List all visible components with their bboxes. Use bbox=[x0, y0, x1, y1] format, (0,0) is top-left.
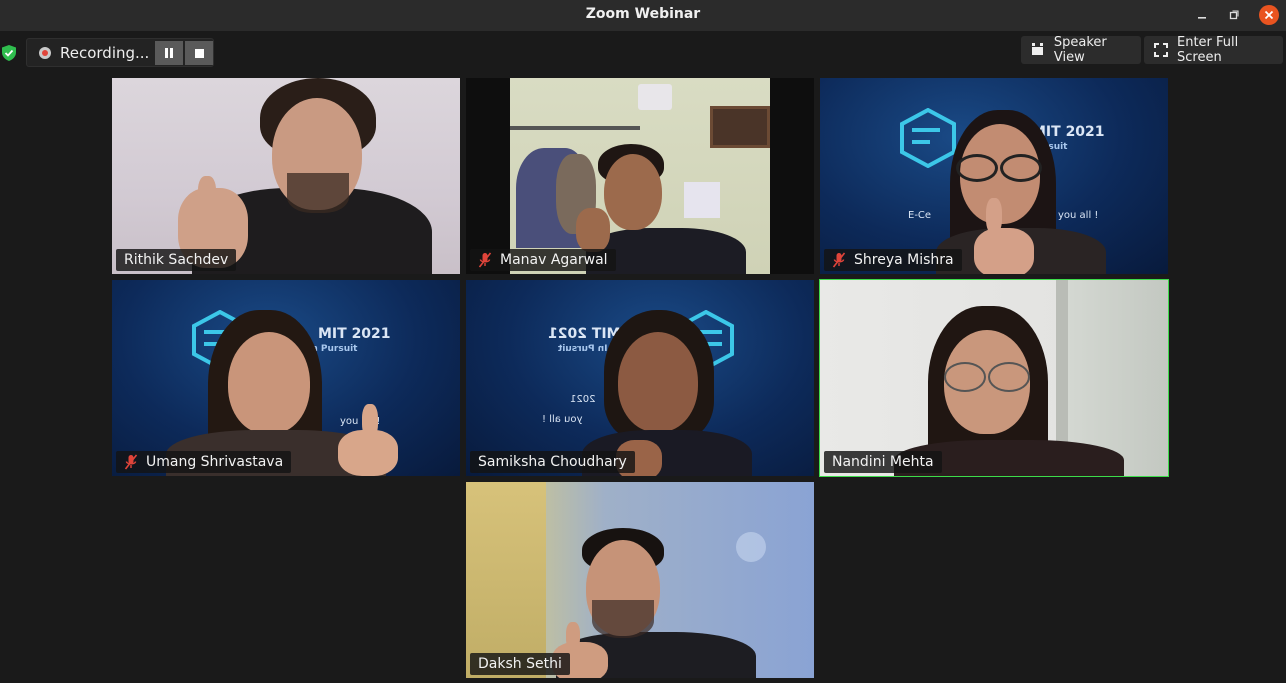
minimize-icon[interactable] bbox=[1192, 5, 1212, 25]
muted-mic-icon bbox=[124, 454, 138, 470]
recording-label: Recording... bbox=[60, 44, 150, 62]
video-feed bbox=[466, 482, 814, 678]
participant-name-tag: Rithik Sachdev bbox=[116, 249, 237, 271]
muted-mic-icon bbox=[478, 252, 492, 268]
background-text: you all ! bbox=[1058, 210, 1099, 221]
restore-icon[interactable] bbox=[1224, 5, 1244, 25]
participant-tile[interactable]: Nandini Mehta bbox=[819, 279, 1169, 477]
record-dot-icon bbox=[39, 47, 51, 59]
background-text: MIT 2021 bbox=[318, 326, 391, 342]
window-title: Zoom Webinar bbox=[585, 6, 701, 22]
speaker-view-label: Speaker View bbox=[1053, 35, 1107, 65]
enter-full-screen-button[interactable]: Enter Full Screen bbox=[1144, 35, 1283, 65]
participant-name: Manav Agarwal bbox=[500, 252, 608, 268]
participant-name-tag: Nandini Mehta bbox=[824, 451, 942, 473]
background-text: 2021 bbox=[570, 394, 596, 405]
pause-icon bbox=[165, 48, 173, 58]
full-screen-label: Enter Full Screen bbox=[1177, 35, 1239, 65]
background-text: In Pursuit bbox=[558, 344, 608, 354]
participant-name: Samiksha Choudhary bbox=[478, 454, 627, 470]
video-feed: MIT 2021 In Pursuit you all ! bbox=[112, 280, 460, 476]
video-feed bbox=[820, 280, 1168, 476]
participant-name: Umang Shrivastava bbox=[146, 454, 284, 470]
speaker-view-icon bbox=[1030, 42, 1046, 58]
participant-tile[interactable]: MIT 2021 In Pursuit you all ! Umang Shri… bbox=[112, 280, 460, 476]
participant-name: Shreya Mishra bbox=[854, 252, 954, 268]
recording-indicator: Recording... bbox=[26, 38, 214, 67]
participant-name: Daksh Sethi bbox=[478, 656, 562, 672]
participant-name-tag: Umang Shrivastava bbox=[116, 451, 292, 473]
participant-tile[interactable]: MIT 2021 In Pursuit E-Ce you all ! Shrey… bbox=[820, 78, 1168, 274]
background-text: you all ! bbox=[542, 414, 583, 425]
participant-tile[interactable]: MIT 2021 In Pursuit 2021 you all ! Samik… bbox=[466, 280, 814, 476]
participant-name-tag: Manav Agarwal bbox=[470, 249, 616, 271]
participant-name-tag: Samiksha Choudhary bbox=[470, 451, 635, 473]
video-feed: MIT 2021 In Pursuit E-Ce you all ! bbox=[820, 78, 1168, 274]
participant-name: Rithik Sachdev bbox=[124, 252, 229, 268]
participant-name-tag: Shreya Mishra bbox=[824, 249, 962, 271]
video-feed bbox=[112, 78, 460, 274]
stop-recording-button[interactable] bbox=[185, 41, 213, 65]
participant-tile[interactable]: Manav Agarwal bbox=[466, 78, 814, 274]
participant-name: Nandini Mehta bbox=[832, 454, 934, 470]
speaker-view-button[interactable]: Speaker View bbox=[1021, 35, 1141, 65]
video-feed: MIT 2021 In Pursuit 2021 you all ! bbox=[466, 280, 814, 476]
full-screen-icon bbox=[1153, 42, 1169, 58]
video-feed bbox=[466, 78, 814, 274]
background-text: E-Ce bbox=[908, 210, 932, 221]
muted-mic-icon bbox=[832, 252, 846, 268]
participant-tile[interactable]: Daksh Sethi bbox=[466, 482, 814, 678]
close-icon[interactable] bbox=[1259, 5, 1279, 25]
shield-check-icon[interactable] bbox=[2, 45, 16, 61]
pause-recording-button[interactable] bbox=[155, 41, 183, 65]
participant-name-tag: Daksh Sethi bbox=[470, 653, 570, 675]
background-text: MIT 2021 bbox=[548, 326, 621, 342]
participant-tile[interactable]: Rithik Sachdev bbox=[112, 78, 460, 274]
stop-icon bbox=[194, 48, 204, 58]
title-bar: Zoom Webinar bbox=[0, 0, 1286, 31]
